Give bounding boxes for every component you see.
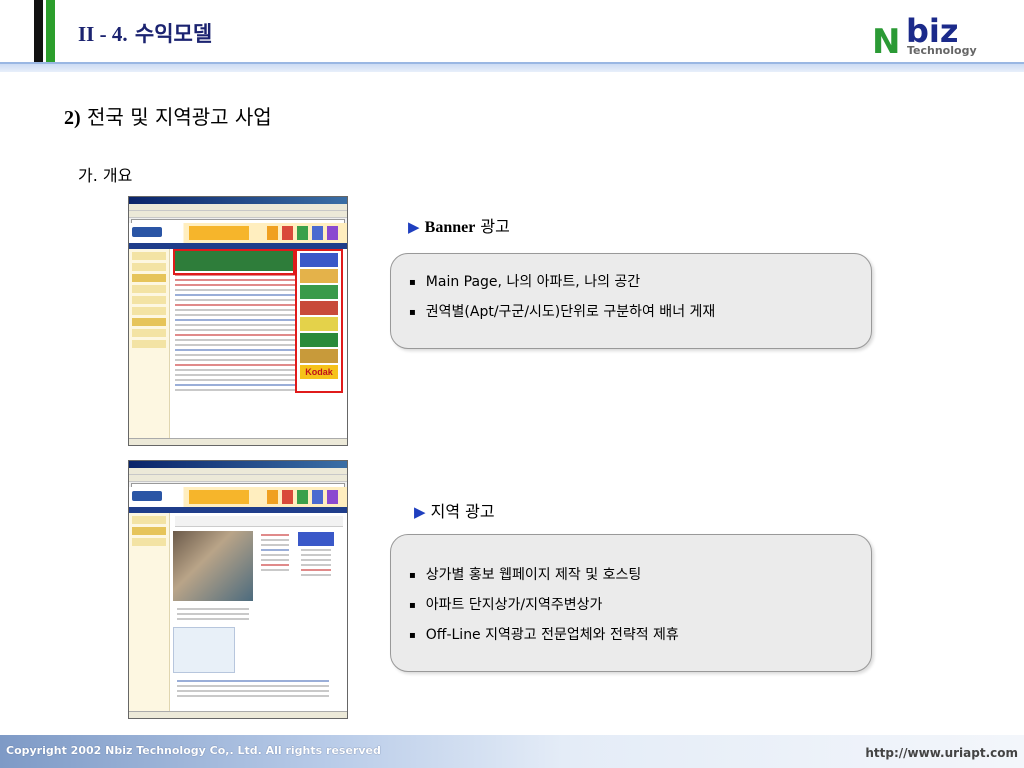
site-menu-icon: [312, 490, 323, 504]
web-page: [129, 487, 347, 712]
web-page: Kodak: [129, 223, 347, 439]
banner-ad-heading-latin: Banner: [424, 219, 476, 236]
header-divider-line: [0, 62, 1024, 64]
banner-ad-heading-korean: 광고: [480, 217, 510, 236]
local-ad-heading: ▶ 지역 광고: [414, 498, 495, 522]
logo-subtitle: Technology: [907, 44, 977, 57]
triangle-right-icon: ▶: [414, 503, 426, 521]
triangle-right-icon: ▶: [408, 218, 420, 236]
header-accent-bar-green: [46, 0, 55, 62]
list-item: Main Page, 나의 아파트, 나의 공간: [409, 268, 715, 298]
shop-map: [173, 627, 235, 673]
site-menu-icon: [267, 226, 278, 240]
slide-title-text: 수익모델: [134, 22, 213, 46]
browser-toolbar: [129, 211, 347, 218]
site-menu-icon: [297, 226, 308, 240]
screenshot-main-page: Kodak: [128, 196, 348, 446]
site-menu-icon: [312, 226, 323, 240]
site-logo: [132, 491, 162, 501]
banner-ad-heading: ▶ Banner 광고: [408, 213, 510, 237]
site-header: [129, 223, 347, 243]
list-item: 권역별(Apt/구군/시도)단위로 구분하여 배너 게재: [409, 298, 716, 328]
site-menu-icon: [327, 226, 338, 240]
browser-toolbar: [129, 475, 347, 482]
site-logo: [132, 227, 162, 237]
site-top-banner: [189, 490, 249, 504]
browser-titlebar: [129, 461, 347, 468]
section-title-text: 전국 및 지역광고 사업: [87, 105, 272, 129]
slide-title: II - 4. 수익모델: [78, 18, 212, 48]
shop-photo: [173, 531, 253, 601]
section-subtitle: 가. 개요: [78, 166, 133, 185]
browser-statusbar: [129, 438, 347, 445]
highlight-top-banner: [173, 249, 295, 275]
local-ad-box: 상가별 홍보 웹페이지 제작 및 호스팅 아파트 단지상가/지역주변상가 Off…: [390, 534, 872, 672]
shop-info-table: [173, 677, 333, 707]
site-menu-icon: [297, 490, 308, 504]
local-ad-list: 상가별 홍보 웹페이지 제작 및 호스팅 아파트 단지상가/지역주변상가 Off…: [409, 561, 679, 651]
footer-url: http://www.uriapt.com: [865, 746, 1018, 760]
section-number: 2): [64, 107, 81, 129]
list-item: 아파트 단지상가/지역주변상가: [409, 591, 679, 621]
kodak-banner: Kodak: [300, 365, 338, 379]
site-menu-icon: [282, 226, 293, 240]
list-item: 상가별 홍보 웹페이지 제작 및 호스팅: [409, 561, 679, 591]
site-menu-icon: [282, 490, 293, 504]
site-header: [129, 487, 347, 507]
screenshot-local-shop: [128, 460, 348, 719]
header-accent-bar-black: [34, 0, 43, 62]
banner-ad-box: Main Page, 나의 아파트, 나의 공간 권역별(Apt/구군/시도)단…: [390, 253, 872, 349]
slide-title-number: II - 4.: [78, 22, 128, 46]
list-item: Off-Line 지역광고 전문업체와 전략적 제휴: [409, 621, 679, 651]
browser-menubar: [129, 204, 347, 211]
banner-ad-list: Main Page, 나의 아파트, 나의 공간 권역별(Apt/구군/시도)단…: [409, 268, 716, 328]
local-ad-heading-korean: 지역 광고: [430, 502, 495, 521]
footer-copyright: Copyright 2002 Nbiz Technology Co,. Ltd.…: [6, 744, 381, 757]
nbiz-logo: N biz Technology: [872, 12, 982, 62]
browser-statusbar: [129, 711, 347, 718]
site-top-banner: [189, 226, 249, 240]
browser-menubar: [129, 468, 347, 475]
section-title: 2) 전국 및 지역광고 사업: [64, 101, 272, 130]
logo-letter: N: [872, 22, 901, 62]
site-sidebar: [129, 249, 170, 439]
site-sidebar: [129, 513, 170, 712]
site-menu-icon: [267, 490, 278, 504]
browser-titlebar: [129, 197, 347, 204]
highlight-side-banners: Kodak: [295, 249, 343, 393]
site-menu-icon: [327, 490, 338, 504]
